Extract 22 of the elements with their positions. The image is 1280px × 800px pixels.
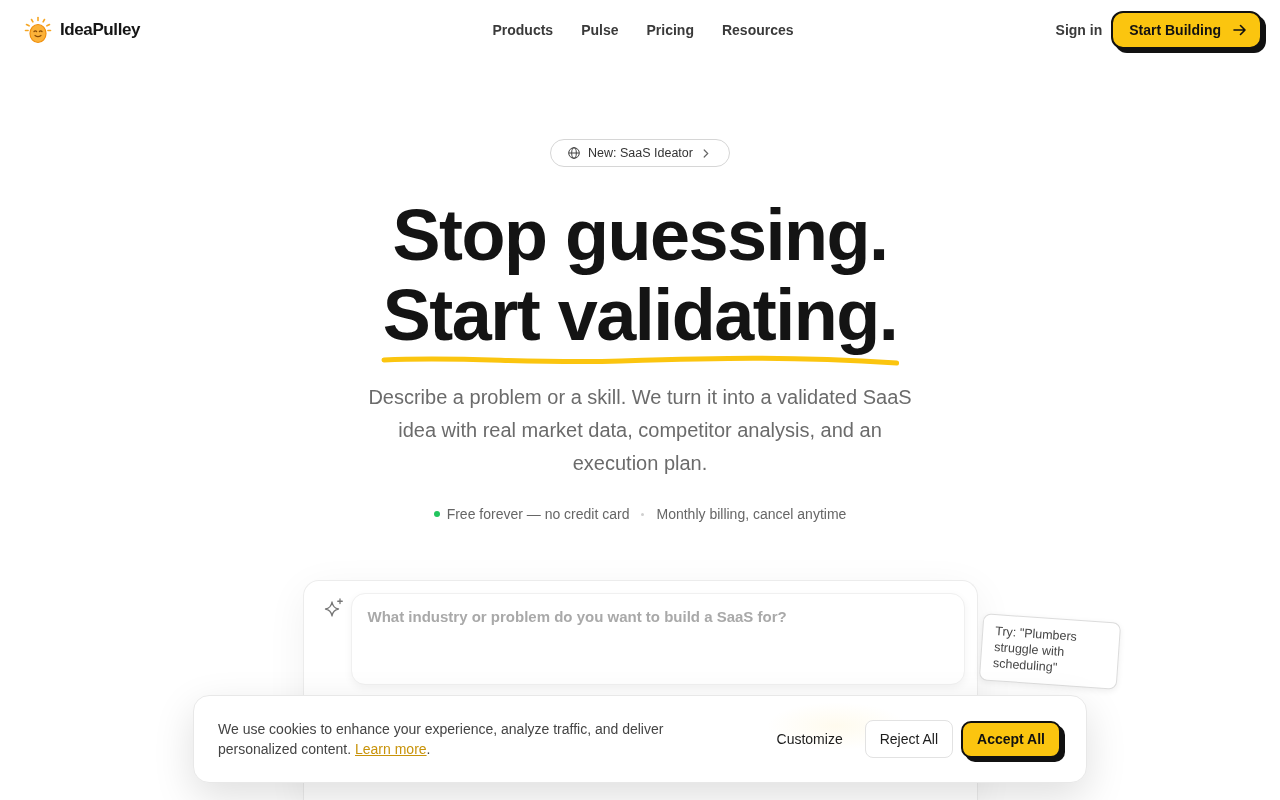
nav-link[interactable]: Resources [721, 22, 794, 38]
logo-icon [24, 16, 52, 44]
prompt-field[interactable]: What industry or problem do you want to build a SaaS for? [350, 593, 965, 685]
headline-text: Stop guessing. [392, 195, 888, 275]
cookie-message: We use cookies to enhance your experience, analyze traffic, and deliver personalized content. Learn more. [218, 720, 665, 759]
nav-link[interactable]: Products [492, 22, 554, 38]
sparkle-icon [323, 598, 344, 618]
sign-in-link[interactable]: Sign in [1055, 22, 1103, 38]
perk-text: Free forever — no credit card [446, 505, 630, 524]
link-button[interactable]: Customize [762, 720, 857, 758]
logo-link[interactable]: IdeaPulley [24, 16, 141, 44]
hero-description: Describe a problem or a skill. We turn it into a validated SaaS idea with real market data, competitor analysis, and an execution plan. [367, 385, 913, 476]
arrow-right-icon [1233, 24, 1246, 36]
status-dot-icon [433, 511, 440, 517]
hint-note: Try: "Plumbers struggle with scheduling" [978, 613, 1121, 690]
chevron-right-icon [702, 148, 709, 158]
nav-link[interactable]: Pulse [581, 22, 619, 38]
globe-icon [568, 147, 581, 159]
secondary-button[interactable]: Reject All [864, 720, 954, 758]
perk-text: Monthly billing, cancel anytime [656, 505, 847, 524]
headline-text: Start validating. [382, 275, 898, 355]
nav-link[interactable]: Pricing [646, 22, 694, 38]
